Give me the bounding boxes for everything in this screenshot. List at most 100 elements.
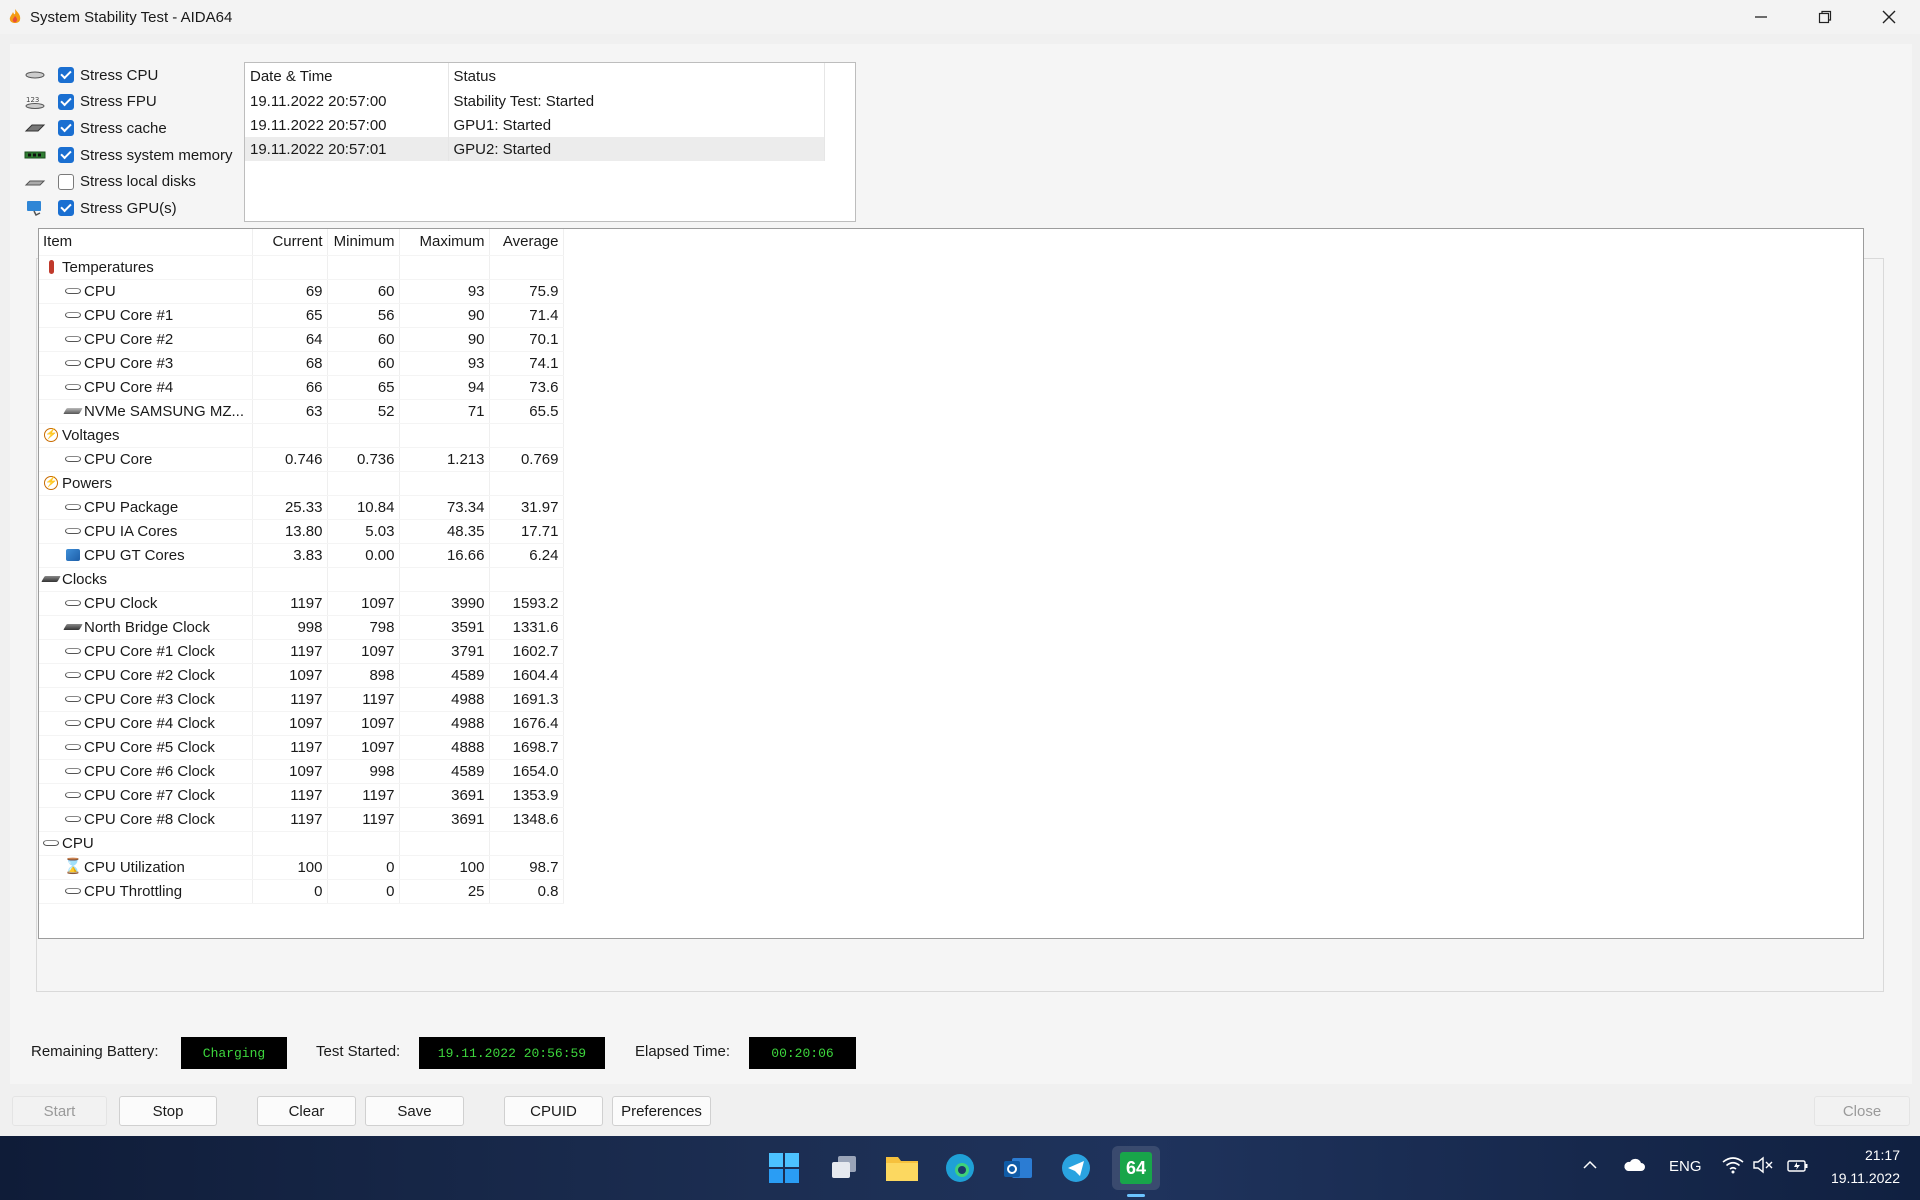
average-cell (489, 471, 564, 496)
clock-date[interactable]: 19.11.2022 (1826, 1170, 1900, 1186)
onedrive-icon[interactable] (1622, 1157, 1646, 1177)
wifi-icon[interactable] (1722, 1156, 1744, 1178)
save-button[interactable]: Save (365, 1096, 464, 1126)
event-log-row[interactable]: 19.11.2022 20:57:01 GPU2: Started (245, 137, 825, 161)
preferences-button[interactable]: Preferences (612, 1096, 711, 1126)
column-header-item[interactable]: Item (39, 229, 253, 256)
restore-icon (1818, 10, 1832, 24)
show-hidden-icons-icon[interactable] (1582, 1157, 1598, 1177)
stress-checkbox[interactable] (58, 200, 74, 217)
table-row[interactable]: CPU Core 0.746 0.736 1.213 0.769 (39, 447, 564, 472)
group-row[interactable]: ⚡ Voltages (39, 423, 564, 448)
stop-button[interactable]: Stop (119, 1096, 217, 1126)
clear-button[interactable]: Clear (257, 1096, 356, 1126)
event-log-row[interactable]: 19.11.2022 20:57:00 Stability Test: Start… (245, 89, 825, 113)
item-label: CPU Core #2 Clock (84, 666, 215, 684)
table-row[interactable]: CPU Clock 1197 1097 3990 1593.2 (39, 591, 564, 616)
language-indicator[interactable]: ENG (1669, 1158, 1702, 1175)
table-row[interactable]: CPU Core #1 Clock 1197 1097 3791 1602.7 (39, 639, 564, 664)
start-button[interactable]: Start (12, 1096, 107, 1126)
minimize-button[interactable] (1730, 0, 1792, 34)
average-cell: 74.1 (489, 351, 564, 376)
stress-option-0[interactable]: Stress CPU (24, 62, 244, 89)
maximum-cell: 4589 (399, 759, 490, 784)
current-cell (252, 831, 328, 856)
column-header-minimum[interactable]: Minimum (327, 229, 400, 256)
table-row[interactable]: CPU Core #8 Clock 1197 1197 3691 1348.6 (39, 807, 564, 832)
task-view-icon (832, 1156, 856, 1178)
column-header-average[interactable]: Average (489, 229, 564, 256)
stress-checkbox[interactable] (58, 173, 74, 190)
table-row[interactable]: NVMe SAMSUNG MZ... 63 52 71 65.5 (39, 399, 564, 424)
svg-text:123: 123 (26, 96, 39, 104)
table-row[interactable]: CPU GT Cores 3.83 0.00 16.66 6.24 (39, 543, 564, 568)
item-label: CPU Core #1 Clock (84, 642, 215, 660)
close-window-button[interactable] (1858, 0, 1920, 34)
volume-muted-icon[interactable] (1752, 1156, 1774, 1178)
file-explorer-button[interactable] (884, 1150, 920, 1186)
table-row[interactable]: CPU Core #4 66 65 94 73.6 (39, 375, 564, 400)
telegram-button[interactable] (1058, 1150, 1094, 1186)
chip-icon (43, 837, 59, 849)
table-row[interactable]: CPU IA Cores 13.80 5.03 48.35 17.71 (39, 519, 564, 544)
task-view-button[interactable] (826, 1150, 862, 1186)
edge-browser-button[interactable] (942, 1150, 978, 1186)
table-row[interactable]: CPU Core #2 64 60 90 70.1 (39, 327, 564, 352)
event-log[interactable]: Date & Time Status 19.11.2022 20:57:00 St… (244, 62, 856, 222)
start-menu-button[interactable] (766, 1150, 802, 1186)
aida64-icon: 64 (1120, 1152, 1152, 1184)
action-buttons: Start Stop Clear Save CPUID Preferences … (0, 1084, 1920, 1136)
table-row[interactable]: CPU Core #1 65 56 90 71.4 (39, 303, 564, 328)
stress-option-1[interactable]: 123 Stress FPU (24, 89, 244, 116)
disk-icon (63, 405, 83, 417)
item-cell: CPU Clock (39, 591, 253, 616)
cpuid-button[interactable]: CPUID (504, 1096, 603, 1126)
column-header-date-time[interactable]: Date & Time (245, 63, 449, 89)
restore-button[interactable] (1794, 0, 1856, 34)
aida64-taskbar-button[interactable]: 64 (1112, 1146, 1160, 1190)
clock-time[interactable]: 21:17 (1834, 1147, 1900, 1163)
stress-option-2[interactable]: Stress cache (24, 115, 244, 142)
table-row[interactable]: CPU Core #4 Clock 1097 1097 4988 1676.4 (39, 711, 564, 736)
table-row[interactable]: CPU Core #2 Clock 1097 898 4589 1604.4 (39, 663, 564, 688)
stress-checkbox[interactable] (58, 93, 74, 110)
item-label: CPU Clock (84, 594, 158, 612)
stress-checkbox[interactable] (58, 67, 74, 84)
event-log-row[interactable]: 19.11.2022 20:57:00 GPU1: Started (245, 113, 825, 137)
maximum-cell: 90 (399, 303, 490, 328)
current-cell: 0 (252, 879, 328, 904)
table-row[interactable]: CPU Core #3 Clock 1197 1197 4988 1691.3 (39, 687, 564, 712)
outlook-button[interactable] (1000, 1150, 1036, 1186)
stress-option-3[interactable]: Stress system memory (24, 142, 244, 169)
stress-option-4[interactable]: Stress local disks (24, 168, 244, 195)
item-label: CPU Core (84, 450, 153, 468)
battery-charging-icon[interactable] (1786, 1156, 1810, 1178)
stress-checkbox[interactable] (58, 147, 74, 164)
table-row[interactable]: ⌛ CPU Utilization 100 0 100 98.7 (39, 855, 564, 880)
stress-checkbox[interactable] (58, 120, 74, 137)
column-header-status[interactable]: Status (448, 63, 825, 89)
table-row[interactable]: CPU Core #3 68 60 93 74.1 (39, 351, 564, 376)
table-row[interactable]: CPU Core #6 Clock 1097 998 4589 1654.0 (39, 759, 564, 784)
chip-icon (65, 309, 81, 321)
group-row[interactable]: Temperatures (39, 255, 564, 280)
column-header-current[interactable]: Current (252, 229, 328, 256)
stress-option-5[interactable]: Stress GPU(s) (24, 195, 244, 222)
elapsed-time-value: 00:20:06 (749, 1037, 856, 1069)
group-row[interactable]: ⚡ Powers (39, 471, 564, 496)
statistics-grid[interactable]: Item Current Minimum Maximum Average Tem… (38, 228, 1864, 939)
item-cell: CPU Throttling (39, 879, 253, 904)
average-cell: 73.6 (489, 375, 564, 400)
group-row[interactable]: Clocks (39, 567, 564, 592)
table-row[interactable]: CPU Throttling 0 0 25 0.8 (39, 879, 564, 904)
column-header-maximum[interactable]: Maximum (399, 229, 490, 256)
table-row[interactable]: CPU 69 60 93 75.9 (39, 279, 564, 304)
title-bar: System Stability Test - AIDA64 (0, 0, 1920, 34)
table-row[interactable]: CPU Core #5 Clock 1197 1097 4888 1698.7 (39, 735, 564, 760)
table-row[interactable]: CPU Package 25.33 10.84 73.34 31.97 (39, 495, 564, 520)
current-cell: 1197 (252, 687, 328, 712)
close-button[interactable]: Close (1814, 1096, 1910, 1126)
group-row[interactable]: CPU (39, 831, 564, 856)
table-row[interactable]: CPU Core #7 Clock 1197 1197 3691 1353.9 (39, 783, 564, 808)
table-row[interactable]: North Bridge Clock 998 798 3591 1331.6 (39, 615, 564, 640)
